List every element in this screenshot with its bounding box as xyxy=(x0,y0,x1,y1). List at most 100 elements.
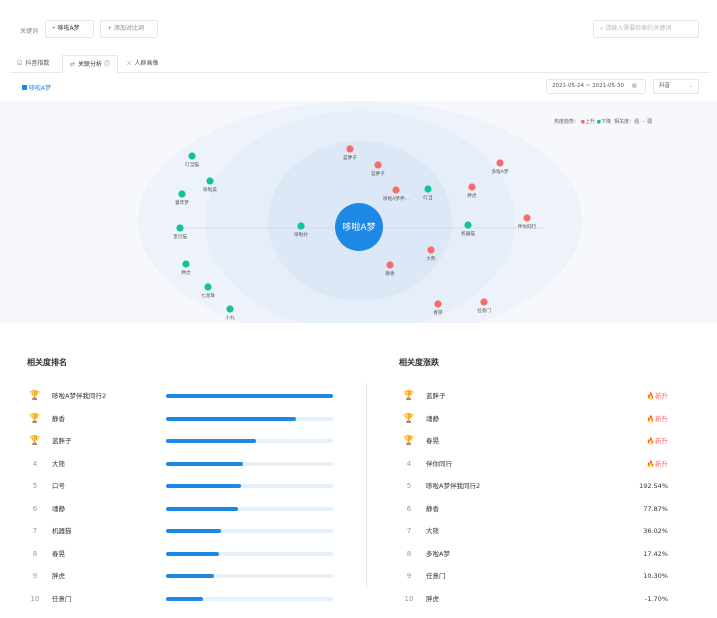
graph-node-label: 春晃 xyxy=(433,309,443,316)
rank-number: 10 xyxy=(30,594,40,603)
rank-number: 7 xyxy=(406,527,412,535)
change-row[interactable]: 5 哆啦A梦伴我同行2 192.54% xyxy=(402,479,668,501)
date-range-picker[interactable]: 2021-05-24 ~ 2021-05-30 ▦ xyxy=(546,79,646,94)
change-row[interactable]: 🏆 蓝胖子 🔥新升 xyxy=(402,389,668,411)
keyword-search-input[interactable]: ⌕ 请输入需要检索的关键词 xyxy=(593,20,699,38)
graph-node-label: 伴你同行 xyxy=(518,223,537,230)
platform-value: 抖音 xyxy=(659,83,671,89)
change-row[interactable]: 7 大熊 36.02% xyxy=(402,524,668,546)
rank-number: 5 xyxy=(32,482,38,490)
rank-number: 4 xyxy=(32,459,38,468)
graph-node-dot xyxy=(346,145,354,153)
platform-select[interactable]: 抖音 ⌄ xyxy=(653,79,699,94)
rank-row[interactable]: 4 大熊 xyxy=(28,457,358,479)
relevance-bar-fill xyxy=(166,439,257,443)
graph-node-dot xyxy=(374,161,382,169)
change-row[interactable]: 9 任意门 10.30% xyxy=(402,569,668,591)
rank-row[interactable]: 🏆 蓝胖子 xyxy=(28,434,358,456)
change-row[interactable]: 6 静香 77.87% xyxy=(402,502,668,524)
rank-row[interactable]: 10 任意门 xyxy=(28,592,358,614)
change-row[interactable]: 4 伴你同行 🔥新升 xyxy=(402,457,668,479)
rank-badge: 🏆 xyxy=(402,412,416,426)
active-keyword-chip[interactable]: • 哆啦A梦 xyxy=(45,20,94,38)
change-percent: -1.70% xyxy=(645,594,668,603)
graph-node-dot xyxy=(424,185,432,193)
graph-node-dot xyxy=(434,300,442,308)
change-name: 蓝胖子 xyxy=(426,392,446,400)
keyword-bar: 关键词 • 哆啦A梦 + 添加对比词 ⌕ 请输入需要检索的关键词 xyxy=(0,0,717,56)
rank-name: 哆啦A梦伴我同行2 xyxy=(52,392,107,400)
graph-node-dot xyxy=(176,224,184,232)
series-label: 哆啦A梦 xyxy=(29,85,52,92)
rank-name: 大熊 xyxy=(52,459,65,468)
change-row[interactable]: 🏆 魂静 🔥新升 xyxy=(402,412,668,434)
center-node[interactable]: 哆啦A梦 xyxy=(335,203,383,251)
graph-legend: 热度趋势： ●上升 ●下降 相关度：强 ··· 弱 xyxy=(554,119,653,125)
graph-node-dot xyxy=(206,177,214,185)
change-row[interactable]: 10 胖虎 -1.70% xyxy=(402,592,668,614)
rank-number: 10 xyxy=(404,594,414,603)
rank-name: 胖虎 xyxy=(52,572,65,580)
change-name: 哆啦A梦伴我同行2 xyxy=(426,482,481,490)
add-compare-button[interactable]: + 添加对比词 xyxy=(100,20,158,38)
rank-row[interactable]: 🏆 静香 xyxy=(28,412,358,434)
graph-node-label: 蓝胖子 xyxy=(371,170,385,177)
center-node-label: 哆啦A梦 xyxy=(342,221,375,233)
tab-audience-portrait[interactable]: ⛌ 人群画像 xyxy=(120,55,166,73)
rank-row[interactable]: 6 魂静 xyxy=(28,502,358,524)
tab-relevance-analysis[interactable]: ⇄ 关联分析 ⓘ xyxy=(62,55,118,73)
trophy-silver-icon: 🏆 xyxy=(403,413,415,424)
rank-number: 4 xyxy=(406,459,412,468)
graph-node-label: 胖虎 xyxy=(181,269,191,276)
rank-row[interactable]: 8 春晃 xyxy=(28,547,358,569)
relevance-bar-fill xyxy=(166,529,222,533)
search-placeholder: 请输入需要检索的关键词 xyxy=(605,25,672,32)
rank-row[interactable]: 7 机器猫 xyxy=(28,524,358,546)
graph-node-dot xyxy=(468,183,476,191)
relevance-bar xyxy=(166,551,333,556)
relation-network: 叮当猫哆啦美蓝胖子蓝胖子 多啦A梦叮当 胖虎哆啦A梦伴...童年梦机器猫伴你同行宝贝… xyxy=(138,101,582,323)
trophy-silver-icon: 🏆 xyxy=(29,413,41,424)
graph-node-label: 胖虎 xyxy=(467,192,477,199)
rank-name: 口号 xyxy=(52,482,65,490)
series-legend[interactable]: 哆啦A梦 xyxy=(22,83,51,92)
graph-node-label: 大熊 xyxy=(426,255,436,262)
change-name: 静香 xyxy=(426,504,439,513)
rank-number: 6 xyxy=(406,504,412,513)
graph-node-label: 哆啦美 xyxy=(203,186,217,193)
new-rise-badge: 🔥新升 xyxy=(646,392,668,400)
graph-node-label: 叮当猫 xyxy=(185,161,199,168)
rank-row[interactable]: 5 口号 xyxy=(28,479,358,501)
graph-node-dot xyxy=(392,186,400,194)
series-swatch xyxy=(22,85,27,90)
graph-node-dot xyxy=(188,152,196,160)
date-range-text: 2021-05-24 ~ 2021-05-30 xyxy=(552,83,625,89)
rank-row[interactable]: 9 胖虎 xyxy=(28,569,358,591)
graph-node-label: 童年梦 xyxy=(175,199,189,206)
rank-name: 机器猫 xyxy=(52,527,72,535)
rank-row[interactable]: 🏆 哆啦A梦伴我同行2 xyxy=(28,389,358,411)
legend-weak: 弱 xyxy=(647,119,653,125)
graph-node-dot xyxy=(297,222,305,230)
relevance-bar-fill xyxy=(166,506,238,511)
rank-number: 7 xyxy=(32,527,38,535)
change-percent: 77.87% xyxy=(643,504,668,513)
new-rise-badge: 🔥新升 xyxy=(646,459,668,468)
tab-douyin-index[interactable]: ☑ 抖音指数 xyxy=(10,55,56,73)
legend-trend-label: 热度趋势： xyxy=(554,119,580,125)
change-percent: 17.42% xyxy=(643,549,668,558)
relevance-bar xyxy=(166,484,333,488)
chevron-down-icon: ⌄ xyxy=(688,83,693,89)
rank-number: 6 xyxy=(32,504,38,513)
relevance-bar xyxy=(166,461,333,466)
change-row[interactable]: 🏆 春晃 🔥新升 xyxy=(402,434,668,456)
tab-label: 关联分析 ⓘ xyxy=(78,61,110,68)
new-rise-badge: 🔥新升 xyxy=(646,414,668,423)
people-icon: ⛌ xyxy=(127,60,132,67)
trophy-bronze-icon: 🏆 xyxy=(29,436,41,446)
change-row[interactable]: 8 多啦A梦 17.42% xyxy=(402,547,668,569)
change-percent: 36.02% xyxy=(643,527,668,535)
graph-node-label: 哆啦抄 xyxy=(294,231,308,238)
graph-node-label: 哆啦A梦伴... xyxy=(383,195,409,202)
graph-node-dot xyxy=(178,190,186,198)
